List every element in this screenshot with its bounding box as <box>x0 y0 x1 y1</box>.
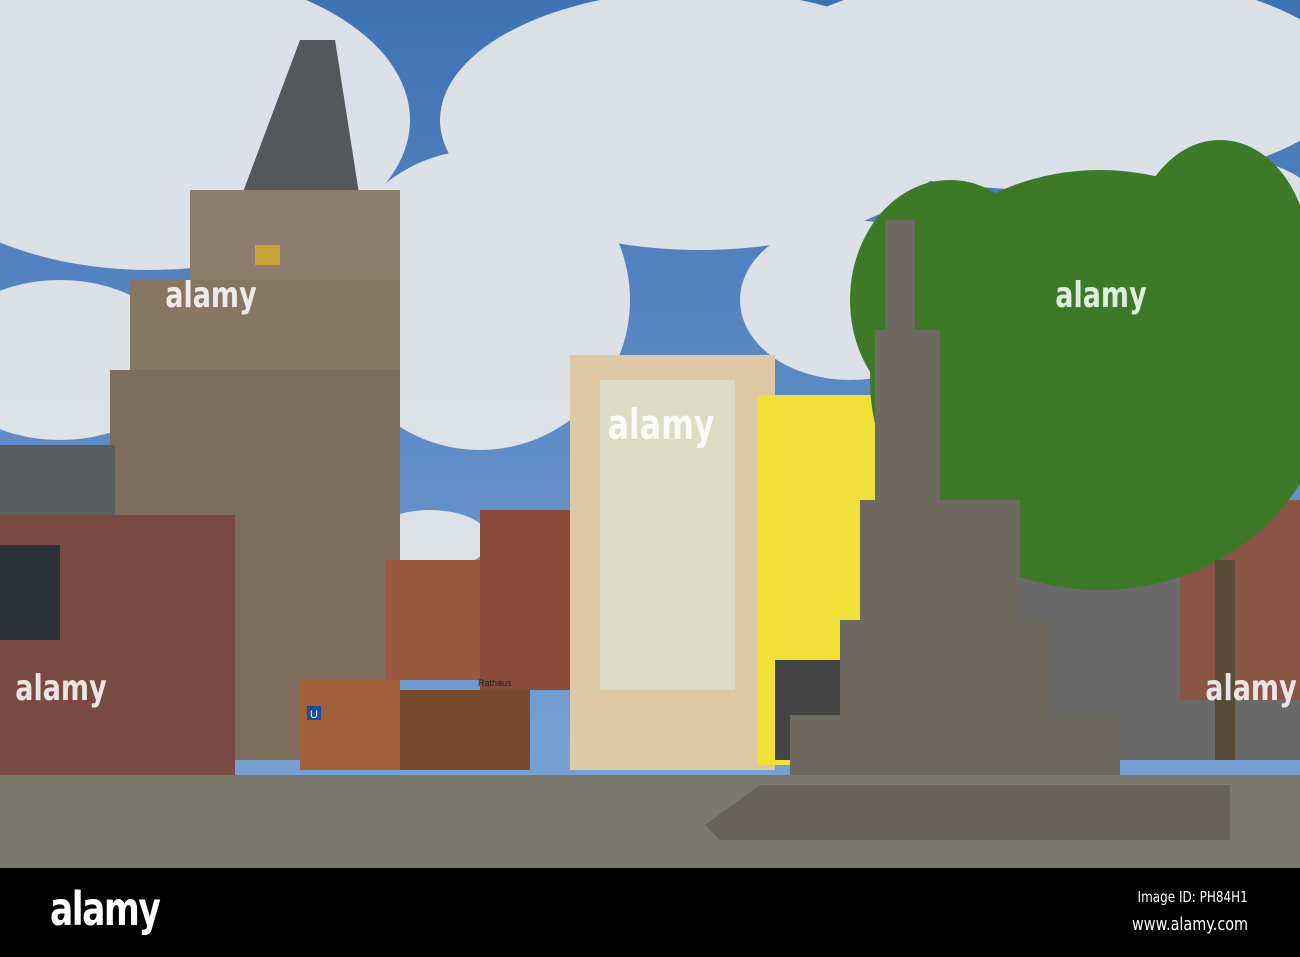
watermark-left: alamy <box>165 275 257 316</box>
footer-bar: alamy Image ID: PH84H1 www.alamy.com <box>0 868 1300 957</box>
rathaus-sign: Rathaus <box>478 678 512 688</box>
watermark-center: alamy <box>607 400 715 449</box>
kiosk <box>300 680 400 770</box>
watermark-bottom-right: alamy <box>1205 668 1297 709</box>
watermark-bottom-left: alamy <box>15 668 107 709</box>
site-url: www.alamy.com <box>1131 914 1248 935</box>
ubahn-sign: U <box>310 709 318 721</box>
watermark-right: alamy <box>1055 275 1147 316</box>
alamy-logo: alamy <box>50 882 161 936</box>
image-id: Image ID: PH84H1 <box>1137 888 1248 906</box>
brick-building <box>385 560 480 680</box>
